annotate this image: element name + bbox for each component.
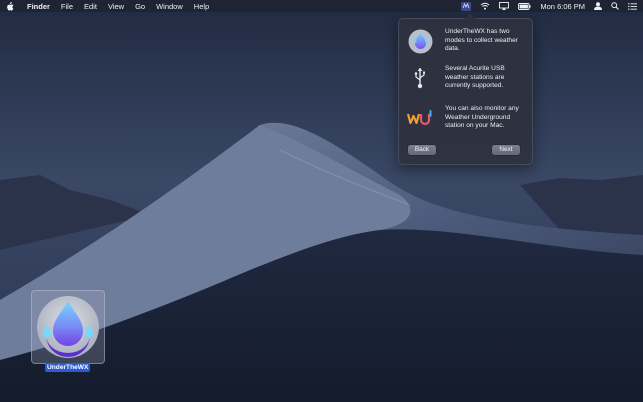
back-button[interactable]: Back xyxy=(408,145,436,155)
usb-icon xyxy=(407,65,433,91)
menu-window[interactable]: Window xyxy=(156,2,183,11)
popover-row-usb: Several Acurite USB weather stations are… xyxy=(407,65,527,91)
battery-icon[interactable] xyxy=(518,2,531,10)
popover-text-wunderground: You can also monitor any Weather Undergr… xyxy=(445,105,519,130)
onboarding-popover: UnderTheWX has two modes to collect weat… xyxy=(398,13,533,165)
popover-arrow xyxy=(464,13,476,19)
app-menu-finder[interactable]: Finder xyxy=(27,2,50,11)
user-icon[interactable] xyxy=(594,2,602,10)
underthewx-logo-icon xyxy=(407,28,433,54)
apple-menu-icon[interactable] xyxy=(6,1,14,11)
next-button[interactable]: Next xyxy=(492,145,520,155)
popover-text-modes: UnderTheWX has two modes to collect weat… xyxy=(445,28,518,53)
underthewx-app-icon[interactable] xyxy=(31,290,105,364)
spotlight-icon[interactable] xyxy=(611,2,619,10)
weather-underground-icon xyxy=(407,105,433,131)
menu-clock[interactable]: Mon 6:06 PM xyxy=(540,2,585,11)
menu-edit[interactable]: Edit xyxy=(84,2,97,11)
wifi-icon[interactable] xyxy=(480,2,490,10)
underthewx-menu-icon[interactable] xyxy=(461,1,472,11)
popover-text-usb: Several Acurite USB weather stations are… xyxy=(445,65,505,90)
notification-center-icon[interactable] xyxy=(628,2,637,10)
airplay-icon[interactable] xyxy=(499,2,510,10)
popover-row-modes: UnderTheWX has two modes to collect weat… xyxy=(407,28,527,54)
menu-help[interactable]: Help xyxy=(194,2,209,11)
menu-go[interactable]: Go xyxy=(135,2,145,11)
popover-row-wunderground: You can also monitor any Weather Undergr… xyxy=(407,105,527,131)
menu-view[interactable]: View xyxy=(108,2,124,11)
menu-bar: Finder File Edit View Go Window Help Mon… xyxy=(0,0,643,12)
underthewx-icon-graphic xyxy=(37,296,99,358)
menu-file[interactable]: File xyxy=(61,2,73,11)
desktop-icon-label[interactable]: UnderTheWX xyxy=(45,363,91,372)
